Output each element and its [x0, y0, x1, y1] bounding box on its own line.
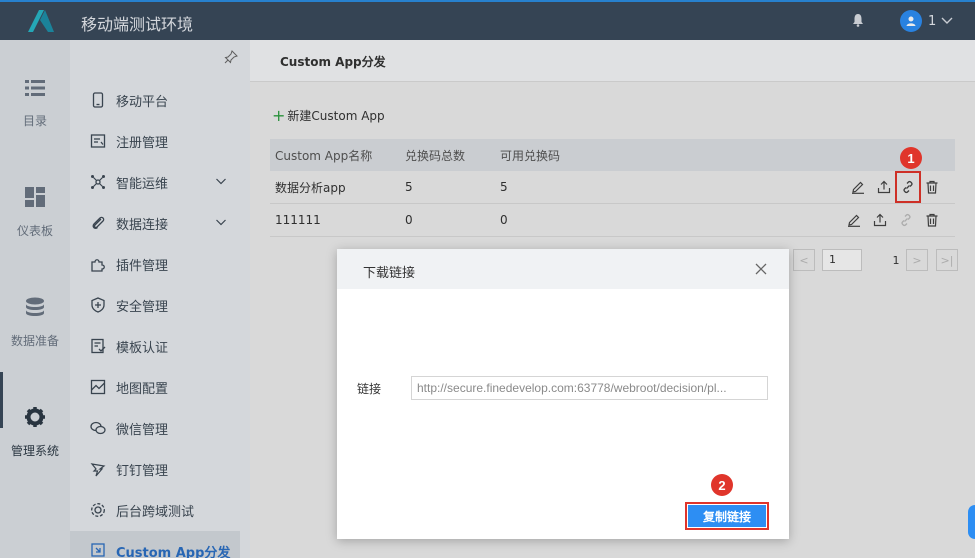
link-field[interactable]: http://secure.finedevelop.com:63778/webr… — [411, 376, 768, 400]
link-label: 链接 — [357, 382, 382, 396]
dialog-title: 下载链接 — [363, 266, 416, 281]
dialog-header: 下载链接 — [337, 249, 789, 289]
close-icon[interactable] — [755, 263, 767, 275]
copy-link-button[interactable]: 复制链接 — [685, 502, 769, 530]
floating-assistant-icon[interactable] — [968, 505, 975, 539]
annotation-badge-1: 1 — [900, 147, 922, 169]
annotation-badge-2: 2 — [711, 474, 733, 496]
copy-link-label: 复制链接 — [688, 505, 766, 527]
